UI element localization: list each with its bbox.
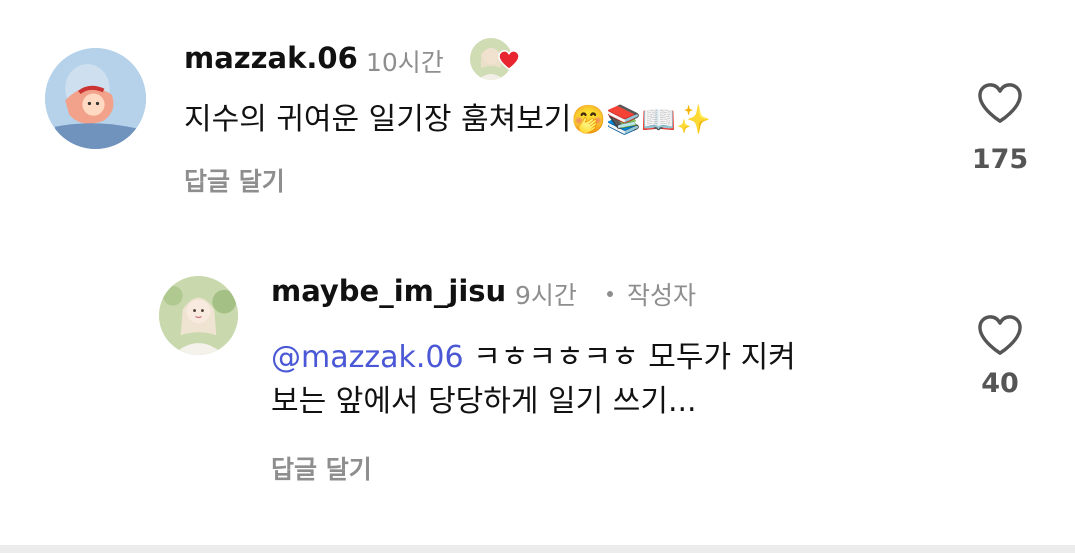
author-badge: 작성자 [627, 281, 697, 310]
heart-outline-icon[interactable] [977, 314, 1023, 356]
comment-body-line-2: 보는 앞에서 당당하게 일기 쓰기... [271, 384, 697, 419]
comment-text: 지수의 귀여운 일기장 훔쳐보기🤭📚📖✨ [184, 98, 711, 142]
separator-dot [607, 291, 613, 297]
comment-body: 지수의 귀여운 일기장 훔쳐보기 [184, 102, 572, 137]
comment-username[interactable]: mazzak.06 [184, 41, 358, 75]
comment-text: @mazzak.06 ㅋㅎㅋㅎㅋㅎ 모두가 지켜 보는 앞에서 당당하게 일기 … [271, 336, 796, 424]
comment-time: 9시간 [515, 281, 577, 310]
avatar[interactable] [45, 48, 146, 149]
comment-time: 10시간 [366, 48, 444, 77]
avatar-image-icon [159, 276, 238, 355]
like-group: 175 [960, 82, 1040, 175]
avatar-image-icon [45, 48, 146, 149]
like-group: 40 [960, 314, 1040, 399]
comment: mazzak.06 10시간 지수의 귀여운 일기장 훔쳐보기🤭📚📖✨ 답글 달… [0, 0, 1075, 230]
mention-link[interactable]: @mazzak.06 [271, 340, 464, 375]
reply-comment: maybe_im_jisu 9시간 작성자 @mazzak.06 ㅋㅎㅋㅎㅋㅎ … [0, 230, 1075, 545]
comment-username[interactable]: maybe_im_jisu [271, 274, 506, 308]
like-count: 40 [981, 368, 1019, 399]
heart-outline-icon[interactable] [977, 82, 1023, 124]
red-heart-icon [498, 50, 520, 70]
bottom-divider [0, 545, 1075, 553]
comment-emojis: 🤭📚📖✨ [571, 103, 711, 136]
reply-button[interactable]: 답글 달기 [184, 162, 285, 198]
comment-body-line-1: ㅋㅎㅋㅎㅋㅎ 모두가 지켜 [463, 340, 796, 375]
liked-by-author-badge [470, 38, 520, 86]
avatar[interactable] [159, 276, 238, 355]
comment-line-1: @mazzak.06 ㅋㅎㅋㅎㅋㅎ 모두가 지켜 [271, 336, 796, 380]
reply-button[interactable]: 답글 달기 [271, 450, 372, 486]
like-count: 175 [971, 144, 1029, 175]
